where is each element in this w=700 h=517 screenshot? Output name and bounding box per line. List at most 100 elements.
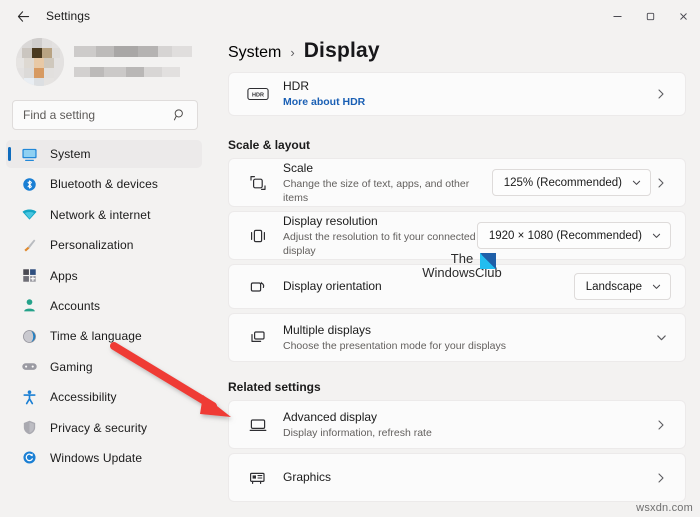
sidebar-item-system[interactable]: System bbox=[6, 140, 202, 168]
search-icon bbox=[173, 108, 187, 122]
gamepad-icon bbox=[20, 358, 38, 376]
site-watermark: wsxdn.com bbox=[636, 502, 693, 514]
wifi-icon bbox=[20, 206, 38, 224]
monitor-icon bbox=[20, 145, 38, 163]
svg-text:HDR: HDR bbox=[252, 92, 264, 98]
close-button[interactable] bbox=[667, 0, 700, 32]
sidebar-item-gaming[interactable]: Gaming bbox=[6, 353, 202, 381]
search-placeholder: Find a setting bbox=[23, 108, 96, 122]
person-icon bbox=[20, 297, 38, 315]
user-email-redacted bbox=[74, 64, 180, 77]
accessibility-icon bbox=[20, 388, 38, 406]
graphics-card-icon bbox=[245, 468, 271, 488]
update-icon bbox=[20, 449, 38, 467]
graphics-row[interactable]: Graphics bbox=[228, 453, 686, 502]
resolution-subtitle: Adjust the resolution to fit your connec… bbox=[283, 230, 476, 257]
chevron-right-icon[interactable] bbox=[651, 419, 671, 431]
scale-subtitle: Change the size of text, apps, and other… bbox=[283, 177, 470, 204]
graphics-title: Graphics bbox=[283, 470, 332, 484]
scale-row[interactable]: Scale Change the size of text, apps, and… bbox=[228, 158, 686, 207]
chevron-right-icon[interactable] bbox=[651, 472, 671, 484]
breadcrumb-separator-icon: › bbox=[290, 45, 295, 60]
sidebar-item-label: Privacy & security bbox=[50, 420, 148, 435]
sidebar-item-label: Accounts bbox=[50, 298, 101, 313]
avatar-pixelated-image bbox=[16, 38, 64, 86]
sidebar-item-apps[interactable]: Apps bbox=[6, 262, 202, 290]
sidebar: Find a setting System Bluetooth & device… bbox=[0, 32, 208, 517]
main-content: System › Display HDR HDR More about HDR bbox=[208, 32, 700, 517]
window-title: Settings bbox=[46, 9, 91, 23]
hdr-title: HDR bbox=[283, 79, 309, 93]
sidebar-item-label: Personalization bbox=[50, 238, 134, 253]
sidebar-item-label: Time & language bbox=[50, 329, 142, 344]
maximize-icon bbox=[646, 12, 655, 20]
hdr-icon: HDR bbox=[245, 86, 271, 102]
avatar bbox=[16, 38, 64, 86]
sidebar-item-label: Bluetooth & devices bbox=[50, 177, 158, 192]
chevron-down-icon bbox=[651, 230, 662, 241]
sidebar-item-bluetooth-and-devices[interactable]: Bluetooth & devices bbox=[6, 170, 202, 198]
apps-icon bbox=[20, 267, 38, 285]
resolution-title: Display resolution bbox=[283, 213, 378, 228]
advanced-display-title: Advanced display bbox=[283, 409, 378, 424]
minimize-button[interactable] bbox=[601, 0, 634, 32]
shield-icon bbox=[20, 419, 38, 437]
breadcrumb: System › Display bbox=[228, 39, 380, 63]
title-bar: Settings bbox=[0, 0, 700, 32]
sidebar-item-network-and-internet[interactable]: Network & internet bbox=[6, 201, 202, 229]
breadcrumb-parent[interactable]: System bbox=[228, 44, 281, 62]
bluetooth-icon bbox=[20, 175, 38, 193]
paintbrush-icon bbox=[20, 236, 38, 254]
scale-layout-heading: Scale & layout bbox=[228, 138, 311, 152]
chevron-right-icon[interactable] bbox=[651, 177, 671, 189]
resolution-icon bbox=[245, 226, 271, 246]
sidebar-item-label: Apps bbox=[50, 268, 78, 283]
sidebar-item-label: Network & internet bbox=[50, 207, 151, 222]
sidebar-item-label: Windows Update bbox=[50, 450, 143, 465]
sidebar-item-label: System bbox=[50, 147, 91, 161]
monitor-outline-icon bbox=[245, 415, 271, 435]
multiple-displays-row[interactable]: Multiple displays Choose the presentatio… bbox=[228, 313, 686, 362]
close-icon bbox=[680, 12, 687, 20]
resolution-dropdown[interactable]: 1920 × 1080 (Recommended) bbox=[476, 222, 671, 249]
chevron-down-icon[interactable] bbox=[651, 331, 671, 344]
maximize-button[interactable] bbox=[634, 0, 667, 32]
minimize-icon bbox=[613, 15, 622, 17]
orientation-dropdown[interactable]: Landscape bbox=[573, 273, 671, 300]
sidebar-item-label: Gaming bbox=[50, 359, 93, 374]
chevron-right-icon[interactable] bbox=[651, 88, 671, 100]
sidebar-item-label: Accessibility bbox=[50, 390, 117, 405]
scale-title: Scale bbox=[283, 160, 314, 175]
back-button[interactable] bbox=[6, 1, 40, 31]
display-resolution-row[interactable]: Display resolution Adjust the resolution… bbox=[228, 211, 686, 260]
advanced-display-subtitle: Display information, refresh rate bbox=[283, 426, 432, 439]
sidebar-item-windows-update[interactable]: Windows Update bbox=[6, 444, 202, 472]
scale-dropdown[interactable]: 125% (Recommended) bbox=[491, 169, 651, 196]
resolution-value: 1920 × 1080 (Recommended) bbox=[488, 229, 642, 242]
related-settings-heading: Related settings bbox=[228, 380, 321, 394]
chevron-down-icon bbox=[651, 281, 662, 292]
sidebar-nav: System Bluetooth & devices Network & int… bbox=[6, 140, 202, 474]
chevron-down-icon bbox=[631, 177, 642, 188]
orientation-value: Landscape bbox=[585, 280, 642, 293]
sidebar-item-personalization[interactable]: Personalization bbox=[6, 231, 202, 259]
advanced-display-row[interactable]: Advanced display Display information, re… bbox=[228, 400, 686, 449]
orientation-icon bbox=[245, 277, 271, 297]
sidebar-item-accounts[interactable]: Accounts bbox=[6, 292, 202, 320]
clock-globe-icon bbox=[20, 327, 38, 345]
search-input[interactable]: Find a setting bbox=[12, 100, 198, 130]
scale-value: 125% (Recommended) bbox=[503, 176, 622, 189]
back-arrow-icon bbox=[17, 10, 29, 22]
display-orientation-row[interactable]: Display orientation Landscape bbox=[228, 264, 686, 309]
sidebar-item-accessibility[interactable]: Accessibility bbox=[6, 383, 202, 411]
sidebar-item-time-and-language[interactable]: Time & language bbox=[6, 322, 202, 350]
user-name-redacted bbox=[74, 44, 192, 57]
user-profile[interactable] bbox=[16, 38, 194, 86]
window-controls bbox=[601, 0, 700, 32]
hdr-card[interactable]: HDR HDR More about HDR bbox=[228, 72, 686, 116]
orientation-title: Display orientation bbox=[283, 279, 382, 293]
multiple-displays-icon bbox=[245, 328, 271, 348]
multiple-displays-title: Multiple displays bbox=[283, 322, 372, 337]
more-about-hdr-link[interactable]: More about HDR bbox=[283, 95, 651, 109]
sidebar-item-privacy-and-security[interactable]: Privacy & security bbox=[6, 414, 202, 442]
